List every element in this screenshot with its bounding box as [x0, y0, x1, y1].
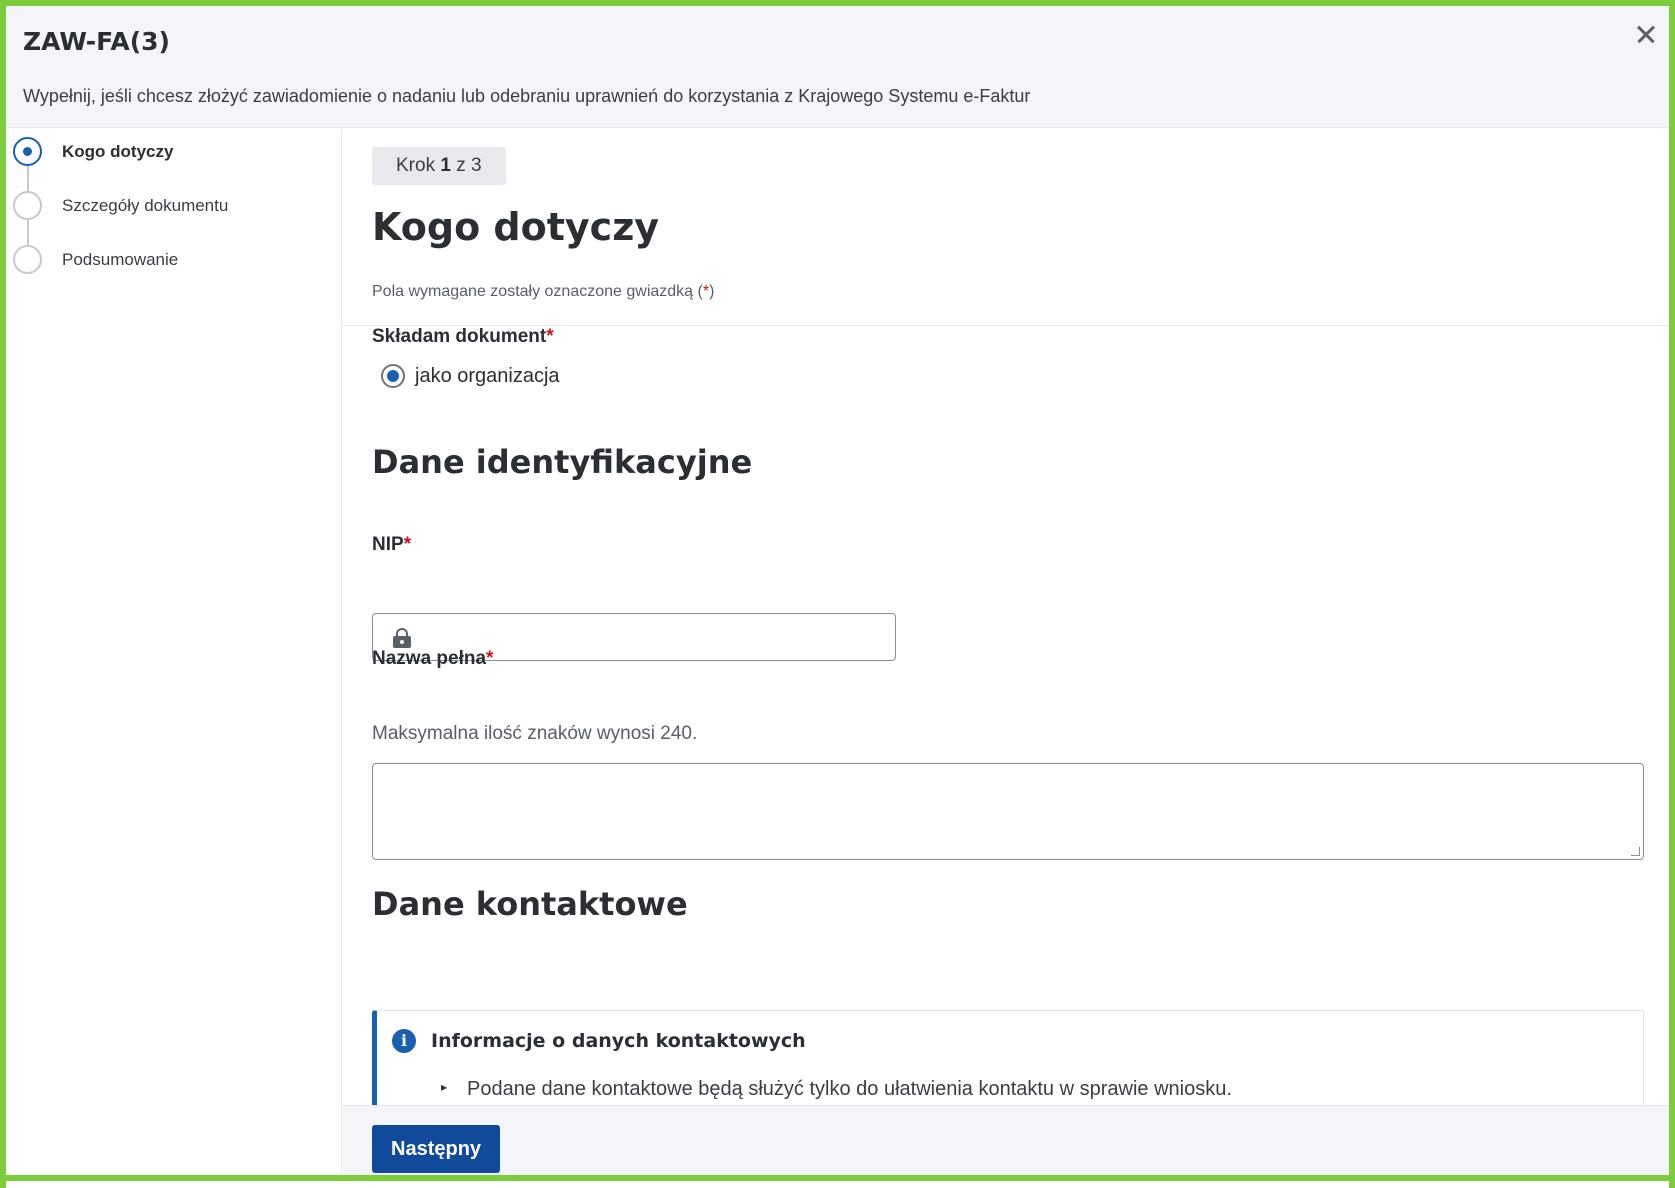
name-label-text: Nazwa pełna: [372, 648, 487, 669]
step-counter-suffix: z 3: [450, 155, 482, 176]
name-hint: Maksymalna ilość znaków wynosi 240.: [372, 723, 698, 744]
required-note-text: Pola wymagane zostały oznaczone gwiazdką…: [372, 283, 703, 300]
required-note-close: ): [709, 283, 715, 300]
section-title-identification: Dane identyfikacyjne: [372, 443, 753, 481]
window-frame-bottom: [0, 1175, 1675, 1181]
step-label: Kogo dotyczy: [62, 141, 174, 161]
nip-label: NIP*: [372, 534, 411, 556]
step-pending-icon: [13, 245, 42, 274]
step-pending-icon: [13, 191, 42, 220]
info-bullet: Podane dane kontaktowe będą służyć tylko…: [441, 1078, 1232, 1101]
page-title: Kogo dotyczy: [372, 205, 660, 249]
dialog-header: ZAW-FA(3) Wypełnij, jeśli chcesz złożyć …: [6, 6, 1669, 128]
step-counter-badge: Krok 1 z 3: [372, 147, 506, 185]
step-counter-prefix: Krok: [396, 155, 441, 176]
resize-handle-icon[interactable]: [1631, 847, 1640, 856]
radio-selected-icon[interactable]: [381, 364, 405, 388]
filing-label: Składam dokument*: [372, 326, 554, 348]
section-title-contact: Dane kontaktowe: [372, 885, 688, 923]
step-label: Szczegóły dokumentu: [62, 195, 229, 215]
close-icon[interactable]: [1631, 19, 1661, 49]
full-name-textarea[interactable]: [372, 763, 1644, 860]
lock-icon: [393, 628, 411, 648]
info-title: Informacje o danych kontaktowych: [431, 1030, 806, 1052]
step-active-icon: [13, 137, 42, 166]
required-star: *: [403, 534, 412, 555]
info-icon: i: [392, 1029, 416, 1053]
nip-label-text: NIP: [372, 534, 404, 555]
dialog-description: Wypełnij, jeśli chcesz złożyć zawiadomie…: [23, 86, 1031, 106]
required-fields-note: Pola wymagane zostały oznaczone gwiazdką…: [372, 283, 714, 301]
steps-sidebar: Kogo dotyczy Szczegóły dokumentu Podsumo…: [6, 129, 342, 1175]
required-star: *: [546, 326, 554, 347]
step-kogo-dotyczy[interactable]: Kogo dotyczy: [13, 137, 173, 166]
form-footer: Następny: [343, 1105, 1669, 1175]
contact-info-box: i Informacje o danych kontaktowych Podan…: [372, 1010, 1644, 1105]
next-button[interactable]: Następny: [372, 1125, 501, 1173]
step-label: Podsumowanie: [62, 249, 179, 269]
step-counter-current: 1: [440, 155, 451, 176]
step-connector: [27, 166, 29, 194]
required-star: *: [486, 648, 494, 669]
radio-jako-organizacja[interactable]: jako organizacja: [381, 364, 560, 388]
name-label: Nazwa pełna*: [372, 648, 493, 670]
step-podsumowanie[interactable]: Podsumowanie: [13, 245, 178, 274]
step-connector: [27, 220, 29, 248]
step-szczegoly-dokumentu[interactable]: Szczegóły dokumentu: [13, 191, 228, 220]
form-main: Krok 1 z 3 Kogo dotyczy Pola wymagane zo…: [343, 129, 1669, 1105]
filing-label-text: Składam dokument: [372, 326, 547, 347]
dialog-title: ZAW-FA(3): [23, 27, 170, 56]
radio-label: jako organizacja: [415, 364, 560, 387]
